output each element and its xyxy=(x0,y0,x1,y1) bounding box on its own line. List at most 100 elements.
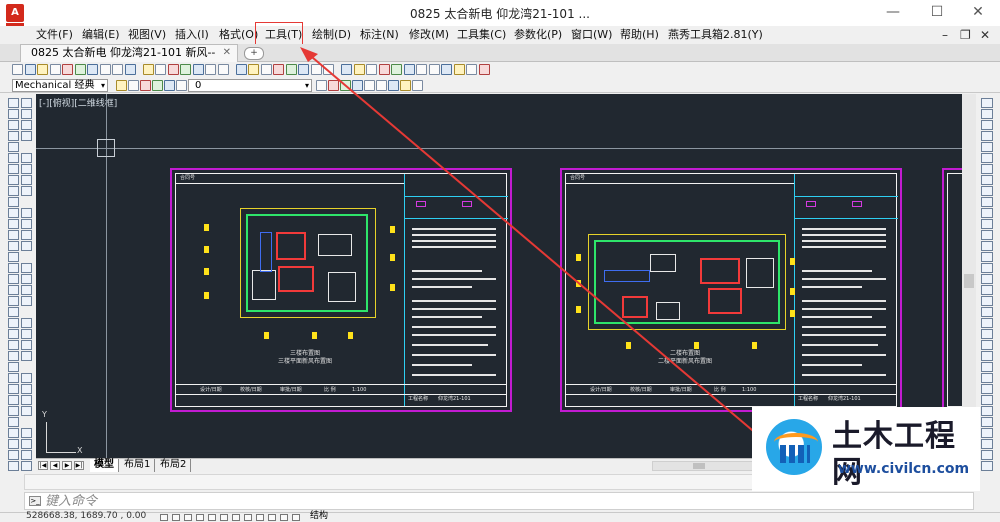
status-toggle-icon[interactable] xyxy=(256,514,264,521)
right-tool-icon[interactable] xyxy=(981,373,993,383)
right-tool-icon[interactable] xyxy=(981,428,993,438)
left-tool-icon[interactable] xyxy=(8,131,19,141)
toolbar-tool-icon[interactable] xyxy=(167,64,179,75)
left-tool-icon[interactable] xyxy=(21,274,32,284)
toolbar-tool-icon[interactable] xyxy=(140,80,151,91)
doc-minimize-button[interactable]: – xyxy=(942,28,948,42)
right-tool-icon[interactable] xyxy=(981,406,993,416)
left-tool-icon[interactable] xyxy=(8,219,19,229)
next-layout-icon[interactable]: ▶ xyxy=(62,461,72,470)
right-tool-icon[interactable] xyxy=(981,362,993,372)
left-tool-icon[interactable] xyxy=(21,109,32,119)
left-tool-icon[interactable] xyxy=(8,428,19,438)
status-toggle-icon[interactable] xyxy=(220,514,228,521)
right-tool-icon[interactable] xyxy=(981,186,993,196)
toolbar-tool-icon[interactable] xyxy=(99,64,111,75)
right-tool-icon[interactable] xyxy=(981,340,993,350)
toolbar-tool-icon[interactable] xyxy=(124,64,136,75)
tab-layout1[interactable]: 布局1 xyxy=(120,459,156,472)
status-toggle-icon[interactable] xyxy=(280,514,288,521)
toolbar-tool-icon[interactable] xyxy=(235,64,247,75)
tab-layout2[interactable]: 布局2 xyxy=(156,459,192,472)
toolbar-tool-icon[interactable] xyxy=(62,64,73,75)
toolbar-tool-icon[interactable] xyxy=(273,64,284,75)
status-toggle-icon[interactable] xyxy=(184,514,192,521)
right-tool-icon[interactable] xyxy=(981,461,993,471)
right-tool-icon[interactable] xyxy=(981,197,993,207)
toolbar-tool-icon[interactable] xyxy=(316,80,327,91)
toolbar-tool-icon[interactable] xyxy=(192,64,204,75)
left-tool-icon[interactable] xyxy=(8,329,19,339)
toolbar-tool-icon[interactable] xyxy=(155,64,166,75)
menu-dimension[interactable]: 标注(N) xyxy=(360,27,399,43)
left-tool-icon[interactable] xyxy=(21,186,32,196)
right-tool-icon[interactable] xyxy=(981,208,993,218)
close-tab-icon[interactable]: ✕ xyxy=(223,45,231,61)
menu-file[interactable]: 文件(F) xyxy=(36,27,73,43)
toolbar-tool-icon[interactable] xyxy=(49,64,61,75)
left-tool-icon[interactable] xyxy=(21,175,32,185)
left-tool-icon[interactable] xyxy=(8,307,19,317)
toolbar-tool-icon[interactable] xyxy=(364,80,375,91)
left-tool-icon[interactable] xyxy=(21,230,32,240)
doc-restore-button[interactable]: ❐ xyxy=(960,28,971,42)
last-layout-icon[interactable]: ▶| xyxy=(74,461,84,470)
status-toggle-icon[interactable] xyxy=(268,514,276,521)
document-tab[interactable]: 0825 太合新电 仰龙湾21-101 新风--WYL* ✕ xyxy=(20,44,238,75)
toolbar-tool-icon[interactable] xyxy=(310,64,322,75)
left-tool-icon[interactable] xyxy=(8,406,19,416)
toolbar-tool-icon[interactable] xyxy=(298,64,309,75)
status-toggle-icon[interactable] xyxy=(232,514,240,521)
menu-view[interactable]: 视图(V) xyxy=(128,27,166,43)
left-tool-icon[interactable] xyxy=(21,98,32,108)
vertical-scrollbar[interactable] xyxy=(962,94,976,458)
new-tab-button[interactable]: + xyxy=(244,47,264,60)
menu-help[interactable]: 帮助(H) xyxy=(620,27,659,43)
left-tool-icon[interactable] xyxy=(21,373,32,383)
right-tool-icon[interactable] xyxy=(981,153,993,163)
status-toggle-icon[interactable] xyxy=(292,514,300,521)
toolbar-tool-icon[interactable] xyxy=(391,64,402,75)
toolbar-tool-icon[interactable] xyxy=(340,80,351,91)
left-tool-icon[interactable] xyxy=(21,340,32,350)
right-tool-icon[interactable] xyxy=(981,417,993,427)
left-tool-icon[interactable] xyxy=(21,131,32,141)
status-toggle-icon[interactable] xyxy=(196,514,204,521)
left-tool-icon[interactable] xyxy=(8,340,19,350)
toolbar-tool-icon[interactable] xyxy=(428,64,440,75)
toolbar-tool-icon[interactable] xyxy=(164,80,175,91)
right-tool-icon[interactable] xyxy=(981,241,993,251)
toolbar-tool-icon[interactable] xyxy=(74,64,86,75)
left-tool-icon[interactable] xyxy=(8,450,19,460)
toolbar-tool-icon[interactable] xyxy=(285,64,297,75)
left-tool-icon[interactable] xyxy=(8,417,19,427)
left-tool-icon[interactable] xyxy=(21,351,32,361)
menu-format[interactable]: 格式(O) xyxy=(219,27,258,43)
right-tool-icon[interactable] xyxy=(981,450,993,460)
minimize-button[interactable]: — xyxy=(878,2,908,22)
left-tool-icon[interactable] xyxy=(8,373,19,383)
left-tool-icon[interactable] xyxy=(21,153,32,163)
drawing-canvas[interactable]: [-][俯视][二维线框] 合同号 设计/日期 校核/日期 审批/日期 比 例 … xyxy=(36,94,962,458)
command-input[interactable]: >_ 键入命令 xyxy=(24,492,974,510)
menu-modify[interactable]: 修改(M) xyxy=(409,27,449,43)
right-tool-icon[interactable] xyxy=(981,219,993,229)
right-tool-icon[interactable] xyxy=(981,131,993,141)
status-toggle-icon[interactable] xyxy=(208,514,216,521)
left-tool-icon[interactable] xyxy=(8,351,19,361)
left-tool-icon[interactable] xyxy=(21,120,32,130)
left-tool-icon[interactable] xyxy=(21,439,32,449)
toolbar-tool-icon[interactable] xyxy=(12,64,23,75)
left-tool-icon[interactable] xyxy=(8,197,19,207)
toolbar-tool-icon[interactable] xyxy=(128,80,139,91)
right-tool-icon[interactable] xyxy=(981,164,993,174)
left-tool-icon[interactable] xyxy=(8,461,19,471)
right-tool-icon[interactable] xyxy=(981,296,993,306)
left-tool-icon[interactable] xyxy=(21,318,32,328)
drawing-sheet-2[interactable]: 合同号 设计/日期 校核/日期 审批/日期 比 例 1:100 工程名称 仰龙湾… xyxy=(560,168,902,412)
toolbar-tool-icon[interactable] xyxy=(24,64,36,75)
toolbar-tool-icon[interactable] xyxy=(416,64,427,75)
left-tool-icon[interactable] xyxy=(21,461,32,471)
left-tool-icon[interactable] xyxy=(21,329,32,339)
left-tool-icon[interactable] xyxy=(8,241,19,251)
